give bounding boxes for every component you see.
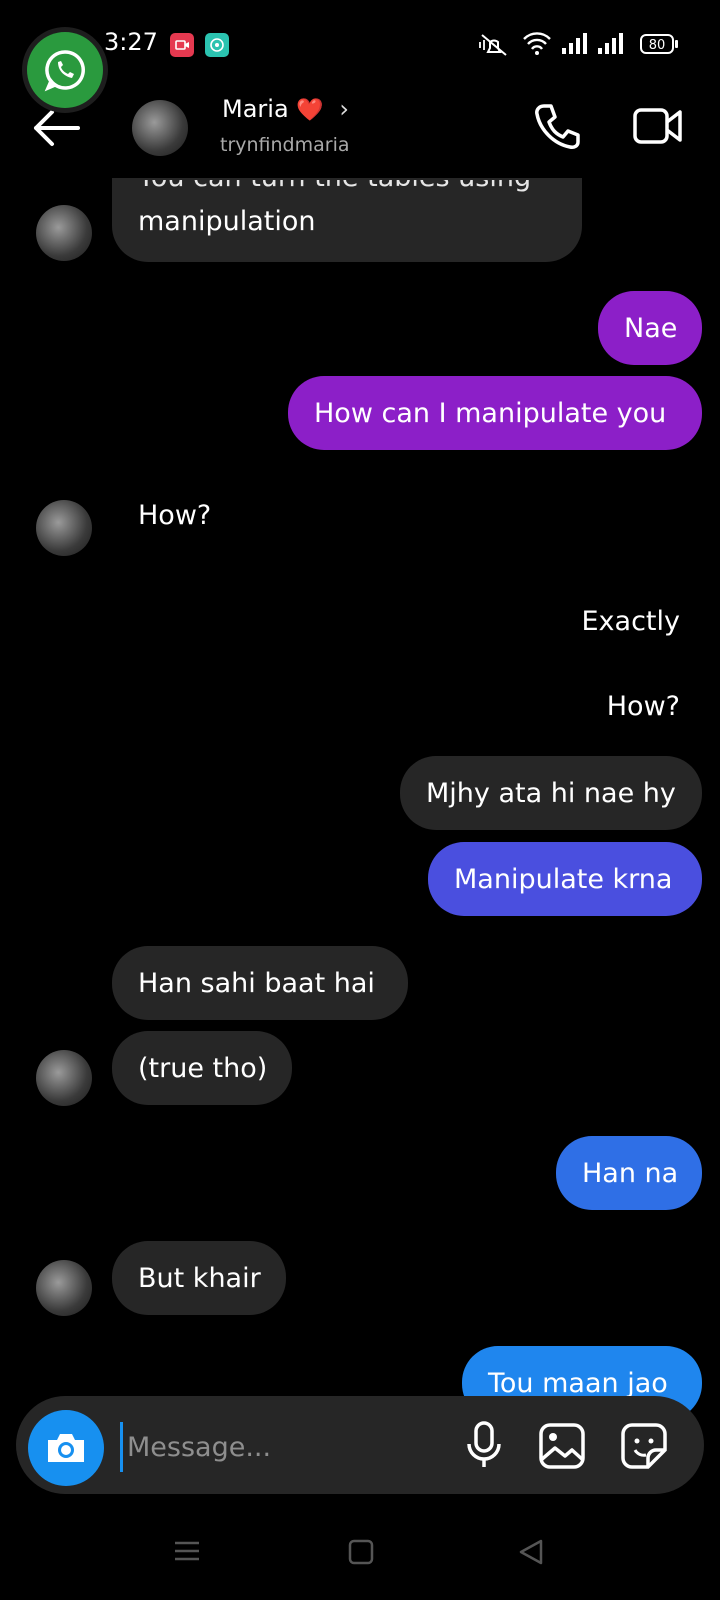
- microphone-icon[interactable]: [464, 1420, 504, 1474]
- message-in[interactable]: (true tho): [112, 1031, 292, 1105]
- message-in[interactable]: But khair: [112, 1241, 286, 1315]
- back-arrow-icon[interactable]: [30, 108, 82, 152]
- header-name[interactable]: Maria ❤️ ›: [222, 95, 349, 123]
- chat-notification-icon: [205, 33, 229, 57]
- message-input[interactable]: [120, 1422, 449, 1472]
- message-text: Han sahi baat hai: [138, 967, 375, 999]
- sender-avatar[interactable]: [36, 205, 92, 261]
- whatsapp-bubble[interactable]: [22, 27, 108, 113]
- sender-avatar[interactable]: [36, 500, 92, 556]
- camera-button[interactable]: [28, 1410, 104, 1486]
- battery-tip: [675, 40, 678, 48]
- message-text: Manipulate krna: [454, 863, 673, 895]
- sender-avatar[interactable]: [36, 1050, 92, 1106]
- camera-icon: [48, 1434, 84, 1462]
- message-text: Tou maan jao: [488, 1367, 668, 1399]
- signal-icon: [596, 32, 624, 60]
- whatsapp-icon: [27, 32, 103, 108]
- message-text-line1: You can turn the tables using: [138, 162, 532, 193]
- status-time: 3:27: [104, 28, 158, 56]
- video-call-icon[interactable]: [632, 104, 684, 152]
- message-out[interactable]: Han na: [556, 1136, 702, 1210]
- menu-icon[interactable]: [174, 1540, 200, 1566]
- signal-icon: [560, 32, 588, 60]
- heart-emoji: ❤️: [296, 98, 324, 123]
- sender-avatar[interactable]: [36, 1260, 92, 1316]
- message-text: Mjhy ata hi nae hy: [426, 777, 676, 809]
- message-text-line2: manipulation: [138, 206, 316, 237]
- header-username: trynfindmaria: [220, 134, 350, 156]
- home-icon[interactable]: [348, 1539, 374, 1569]
- contact-name: Maria: [222, 95, 289, 123]
- message-in[interactable]: How?: [138, 500, 211, 531]
- message-out[interactable]: How can I manipulate you: [288, 376, 702, 450]
- back-icon[interactable]: [518, 1538, 544, 1570]
- message-in[interactable]: Han sahi baat hai: [112, 946, 408, 1020]
- message-text: But khair: [138, 1262, 261, 1294]
- header-avatar[interactable]: [132, 100, 188, 156]
- message-text: How can I manipulate you: [314, 397, 667, 429]
- sticker-icon[interactable]: [620, 1422, 668, 1474]
- message-text: (true tho): [138, 1052, 268, 1084]
- message-out[interactable]: Exactly: [582, 606, 681, 637]
- message-in[interactable]: You can turn the tables using manipulati…: [112, 178, 582, 262]
- message-out[interactable]: Manipulate krna: [428, 842, 702, 916]
- chevron-right-icon: ›: [339, 95, 349, 123]
- gallery-icon[interactable]: [538, 1422, 586, 1474]
- video-recorder-icon: [170, 33, 194, 57]
- phone-call-icon[interactable]: [532, 102, 582, 156]
- battery-icon: 80: [640, 34, 674, 54]
- message-out[interactable]: Nae: [598, 291, 702, 365]
- message-text: Han na: [582, 1157, 679, 1189]
- message-out[interactable]: Mjhy ata hi nae hy: [400, 756, 702, 830]
- wifi-icon: [522, 30, 552, 60]
- message-text: Nae: [624, 312, 678, 344]
- message-out[interactable]: How?: [607, 691, 680, 722]
- mute-icon: [478, 32, 510, 62]
